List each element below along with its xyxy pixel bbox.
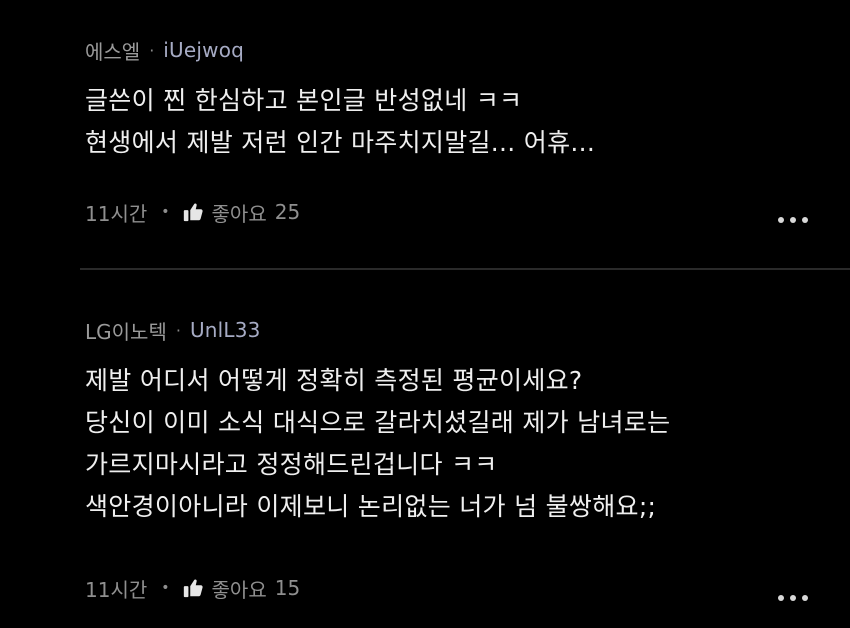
- comment-line: 현생에서 제발 저런 인간 마주치지말길... 어휴...: [85, 128, 596, 157]
- like-count: 15: [274, 576, 301, 600]
- comment-line: 제발 어디서 어떻게 정확히 측정된 평균이세요?: [85, 366, 583, 395]
- comment-meta: 에스엘 · iUejwoq: [85, 30, 244, 70]
- comment-body: 글쓴이 찐 한심하고 본인글 반성없네 ㅋㅋ 현생에서 제발 저런 인간 마주치…: [85, 80, 595, 164]
- like-count: 25: [274, 200, 301, 224]
- author-handle[interactable]: UnlL33: [190, 318, 261, 342]
- like-button[interactable]: 좋아요: [212, 198, 267, 227]
- author-name[interactable]: 에스엘: [85, 36, 140, 65]
- comment-line: 글쓴이 찐 한심하고 본인글 반성없네 ㅋㅋ: [85, 86, 523, 115]
- meta-separator: ·: [175, 320, 181, 340]
- author-name[interactable]: LG이노텍: [85, 316, 167, 345]
- comment-line: 색안경이아니라 이제보니 논리없는 너가 넘 불쌍해요;;: [85, 492, 657, 521]
- footer-separator: •: [161, 204, 170, 220]
- meta-separator: ·: [149, 40, 155, 60]
- comment-line: 당신이 이미 소식 대식으로 갈라치셨길래 제가 남녀로는: [85, 408, 671, 437]
- timestamp: 11시간: [85, 577, 148, 602]
- comment-divider: [80, 268, 850, 270]
- comment-line: 가르지마시라고 정정해드린겁니다 ㅋㅋ: [85, 450, 498, 479]
- thumbs-up-icon[interactable]: [182, 577, 204, 599]
- comment-body: 제발 어디서 어떻게 정확히 측정된 평균이세요? 당신이 이미 소식 대식으로…: [85, 360, 670, 528]
- thumbs-up-icon[interactable]: [182, 201, 204, 223]
- like-button[interactable]: 좋아요: [212, 574, 267, 603]
- footer-separator: •: [161, 580, 170, 596]
- timestamp: 11시간: [85, 201, 148, 226]
- comment-footer: 11시간 • 좋아요 25: [85, 195, 300, 229]
- comment-meta: LG이노텍 · UnlL33: [85, 310, 261, 350]
- more-options-icon[interactable]: [776, 588, 810, 608]
- comment-footer: 11시간 • 좋아요 15: [85, 571, 300, 605]
- author-handle[interactable]: iUejwoq: [163, 38, 244, 62]
- more-options-icon[interactable]: [776, 210, 810, 230]
